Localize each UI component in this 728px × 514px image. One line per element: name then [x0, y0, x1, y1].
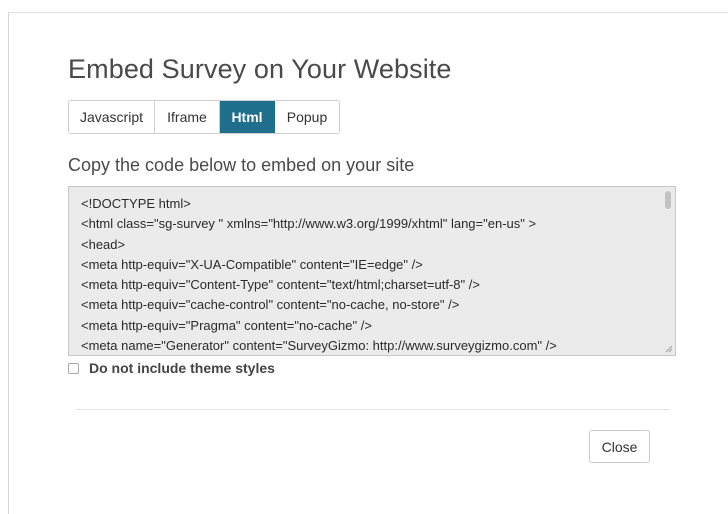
code-scrollbar[interactable] — [661, 187, 675, 355]
embed-code-textarea[interactable]: <!DOCTYPE html> <html class="sg-survey "… — [68, 186, 676, 356]
embed-instructions: Copy the code below to embed on your sit… — [68, 155, 415, 175]
modal-top-border — [8, 12, 728, 13]
code-line: <meta name="Generator" content="SurveyGi… — [81, 338, 557, 354]
resize-grip-icon[interactable] — [663, 343, 673, 353]
modal-title: Embed Survey on Your Website — [68, 54, 452, 84]
tab-html[interactable]: Html — [220, 101, 275, 133]
exclude-theme-option[interactable]: Do not include theme styles — [68, 360, 275, 376]
code-line: <meta http-equiv="X-UA-Compatible" conte… — [81, 256, 423, 272]
tab-iframe[interactable]: Iframe — [155, 101, 220, 133]
tab-popup[interactable]: Popup — [275, 101, 339, 133]
exclude-theme-checkbox[interactable] — [68, 362, 79, 374]
code-line: <html class="sg-survey " xmlns="http://w… — [81, 216, 537, 232]
code-line: <meta http-equiv="Pragma" content="no-ca… — [81, 317, 372, 333]
code-lines: <!DOCTYPE html> <html class="sg-survey "… — [81, 194, 655, 355]
code-line: <meta http-equiv="cache-control" content… — [81, 297, 460, 313]
code-line: <head> — [81, 236, 126, 252]
embed-type-tabs: Javascript Iframe Html Popup — [68, 100, 340, 134]
footer-divider — [76, 409, 670, 410]
tab-javascript[interactable]: Javascript — [69, 101, 155, 133]
modal-left-border — [8, 12, 9, 514]
code-line: <!DOCTYPE html> — [81, 196, 191, 211]
code-scrollbar-thumb[interactable] — [665, 191, 671, 209]
close-button[interactable]: Close — [589, 430, 650, 463]
embed-survey-modal: Embed Survey on Your Website Javascript … — [0, 0, 728, 514]
exclude-theme-label[interactable]: Do not include theme styles — [89, 360, 275, 376]
code-line: <meta http-equiv="Content-Type" content=… — [81, 277, 480, 293]
